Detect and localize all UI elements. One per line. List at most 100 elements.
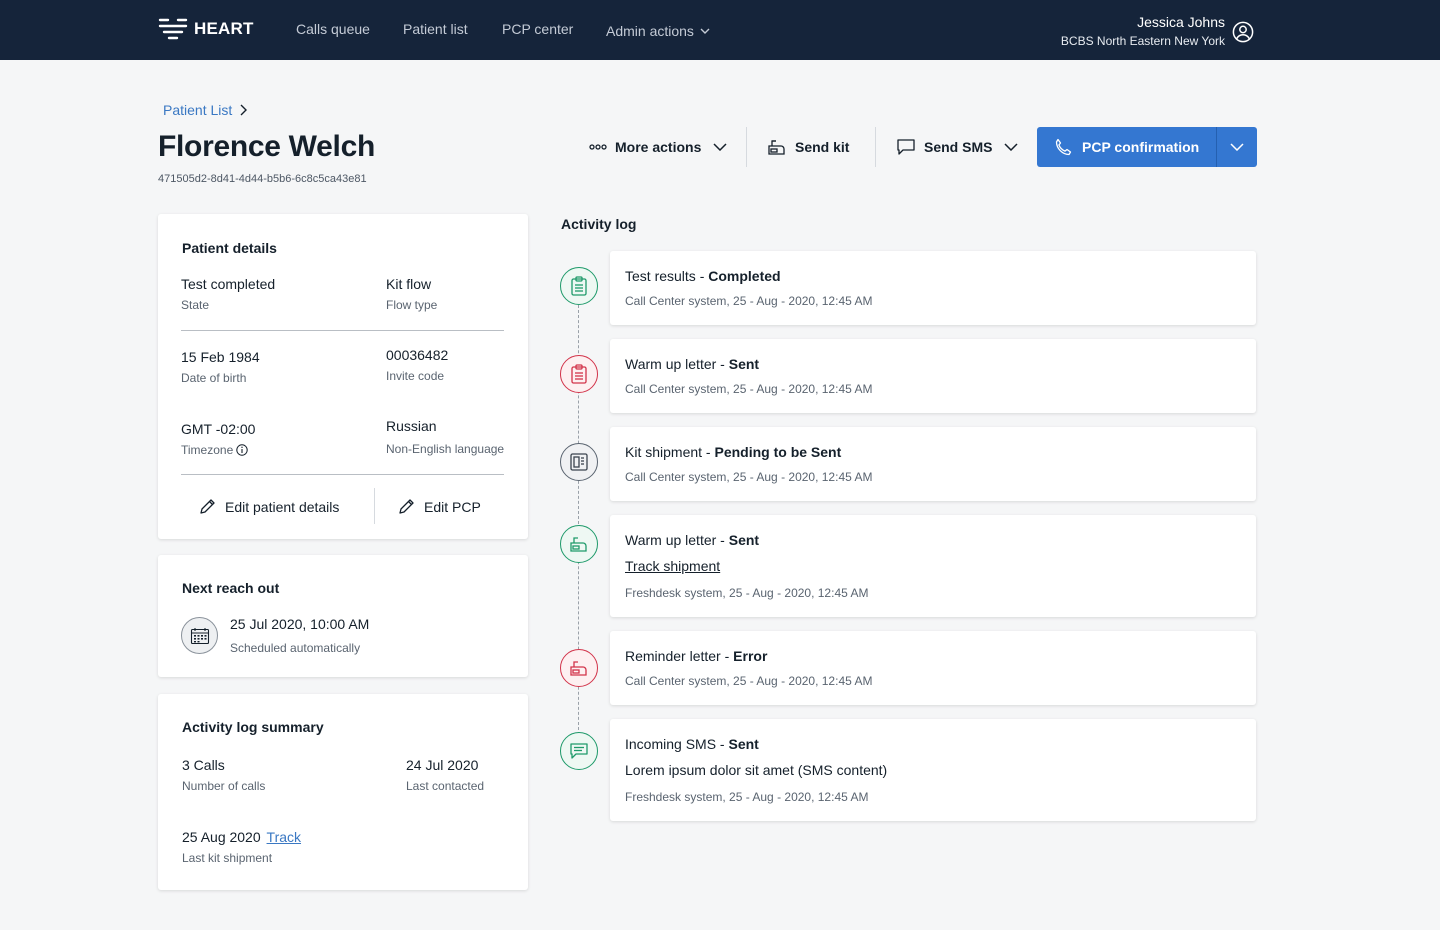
activity-meta: Call Center system, 25 - Aug - 2020, 12:… <box>625 382 873 396</box>
info-icon[interactable] <box>236 444 248 456</box>
section-divider <box>181 330 504 331</box>
activity-event: Warm up letter - <box>625 532 729 548</box>
activity-status: Completed <box>708 268 781 284</box>
last-contacted-value: 24 Jul 2020 <box>406 757 479 773</box>
activity-heading: Warm up letter - Sent <box>625 356 759 372</box>
activity-item: Kit shipment - Pending to be Sent Call C… <box>610 427 1256 501</box>
track-shipment-link[interactable]: Track shipment <box>625 558 720 574</box>
breadcrumb: Patient List <box>163 102 248 118</box>
last-kit-label: Last kit shipment <box>182 851 273 865</box>
calendar-icon <box>181 617 218 654</box>
activity-item: Incoming SMS - Sent Lorem ipsum dolor si… <box>610 719 1256 821</box>
reach-out-note: Scheduled automatically <box>230 641 361 655</box>
nav-admin-actions[interactable]: Admin actions <box>606 21 710 39</box>
mailbox-icon <box>768 140 785 155</box>
action-divider <box>875 127 876 167</box>
pencil-icon <box>200 499 215 514</box>
clipboard-icon <box>560 267 598 305</box>
activity-event: Incoming SMS - <box>625 736 729 752</box>
activity-item: Reminder letter - Error Call Center syst… <box>610 631 1256 705</box>
track-link[interactable]: Track <box>267 829 301 845</box>
flow-type-label: Flow type <box>386 298 438 312</box>
mailbox-icon <box>560 649 598 687</box>
last-kit-value: 25 Aug 2020 <box>182 829 261 845</box>
edit-pcp-button[interactable]: Edit PCP <box>398 498 481 515</box>
next-reach-out-card: Next reach out 25 Jul 2020, 10:00 AM Sch… <box>158 555 528 677</box>
user-organization: BCBS North Eastern New York <box>1060 34 1225 48</box>
pcp-confirmation-dropdown[interactable] <box>1217 127 1257 167</box>
activity-status: Pending to be Sent <box>714 444 842 460</box>
invite-code-label: Invite code <box>386 369 445 383</box>
activity-heading: Warm up letter - Sent <box>625 532 759 548</box>
activity-event: Kit shipment - <box>625 444 715 460</box>
state-label: State <box>181 298 210 312</box>
user-avatar-icon[interactable] <box>1232 21 1254 48</box>
activity-heading: Incoming SMS - Sent <box>625 736 759 752</box>
reach-out-datetime: 25 Jul 2020, 10:00 AM <box>230 616 370 632</box>
brand-name: HEART <box>194 19 254 38</box>
edit-patient-details-button[interactable]: Edit patient details <box>199 498 339 515</box>
dob-value: 15 Feb 1984 <box>181 349 260 365</box>
kit-icon <box>560 443 598 481</box>
next-reach-out-title: Next reach out <box>182 580 280 596</box>
edit-divider <box>374 488 375 524</box>
chevron-down-icon <box>700 21 710 37</box>
edit-pcp-label: Edit PCP <box>424 498 481 515</box>
pcp-confirmation-split-button: PCP confirmation <box>1037 127 1257 167</box>
patient-id: 471505d2-8d41-4d44-b5b6-6c8c5ca43e81 <box>158 173 367 185</box>
brand-logo[interactable]: HEART <box>158 17 254 41</box>
send-kit-button[interactable]: Send kit <box>767 137 849 157</box>
timezone-value: GMT -02:00 <box>181 421 256 437</box>
timezone-label-row: Timezone <box>181 443 248 457</box>
message-icon <box>897 139 915 155</box>
pencil-icon <box>399 499 414 514</box>
last-kit-row: 25 Aug 2020 Track <box>182 829 301 845</box>
invite-code-value: 00036482 <box>386 347 449 363</box>
send-sms-label: Send SMS <box>924 139 993 155</box>
activity-summary-title: Activity log summary <box>182 719 324 735</box>
pcp-confirmation-button[interactable]: PCP confirmation <box>1037 127 1216 167</box>
calls-label: Number of calls <box>182 779 266 793</box>
breadcrumb-patient-list[interactable]: Patient List <box>163 102 232 118</box>
activity-meta: Call Center system, 25 - Aug - 2020, 12:… <box>625 470 873 484</box>
activity-event: Reminder letter - <box>625 648 734 664</box>
top-navigation-bar: HEART Calls queue Patient list PCP cente… <box>0 0 1440 60</box>
pcp-confirmation-label: PCP confirmation <box>1082 139 1200 155</box>
activity-status: Sent <box>728 532 760 548</box>
send-sms-button[interactable]: Send SMS <box>896 137 1018 157</box>
mailbox-icon <box>560 525 598 563</box>
more-actions-button[interactable]: More actions <box>589 137 727 157</box>
nav-pcp-center[interactable]: PCP center <box>502 21 573 37</box>
heart-logo-icon <box>158 18 188 40</box>
dob-label: Date of birth <box>181 371 247 385</box>
activity-event: Warm up letter - <box>625 356 729 372</box>
activity-heading: Test results - Completed <box>625 268 781 284</box>
phone-icon <box>1055 138 1072 156</box>
activity-heading: Kit shipment - Pending to be Sent <box>625 444 841 460</box>
patient-details-card: Patient details Test completed State Kit… <box>158 214 528 539</box>
activity-item: Warm up letter - Sent Track shipment Fre… <box>610 515 1256 617</box>
language-label: Non-English language <box>386 442 505 456</box>
activity-status: Error <box>733 648 768 664</box>
activity-item: Test results - Completed Call Center sys… <box>610 251 1256 325</box>
activity-event: Test results - <box>625 268 709 284</box>
last-contacted-label: Last contacted <box>406 779 485 793</box>
section-divider <box>181 474 504 475</box>
user-info: Jessica Johns BCBS North Eastern New Yor… <box>1061 14 1225 49</box>
activity-meta: Freshdesk system, 25 - Aug - 2020, 12:45… <box>625 586 869 600</box>
user-name: Jessica Johns <box>1137 14 1225 30</box>
activity-status: Sent <box>728 356 760 372</box>
sms-content: Lorem ipsum dolor sit amet (SMS content) <box>625 762 888 778</box>
nav-patient-list[interactable]: Patient list <box>403 21 468 37</box>
nav-calls-queue[interactable]: Calls queue <box>296 21 370 37</box>
activity-summary-card: Activity log summary 3 Calls Number of c… <box>158 694 528 890</box>
send-kit-label: Send kit <box>795 139 850 155</box>
patient-details-title: Patient details <box>182 240 277 256</box>
more-actions-label: More actions <box>615 139 702 155</box>
chat-icon <box>560 732 598 770</box>
chevron-right-icon <box>240 104 248 116</box>
language-value: Russian <box>386 418 437 434</box>
timezone-label: Timezone <box>181 443 234 457</box>
flow-type-value: Kit flow <box>386 276 432 292</box>
nav-admin-actions-label: Admin actions <box>606 23 694 39</box>
